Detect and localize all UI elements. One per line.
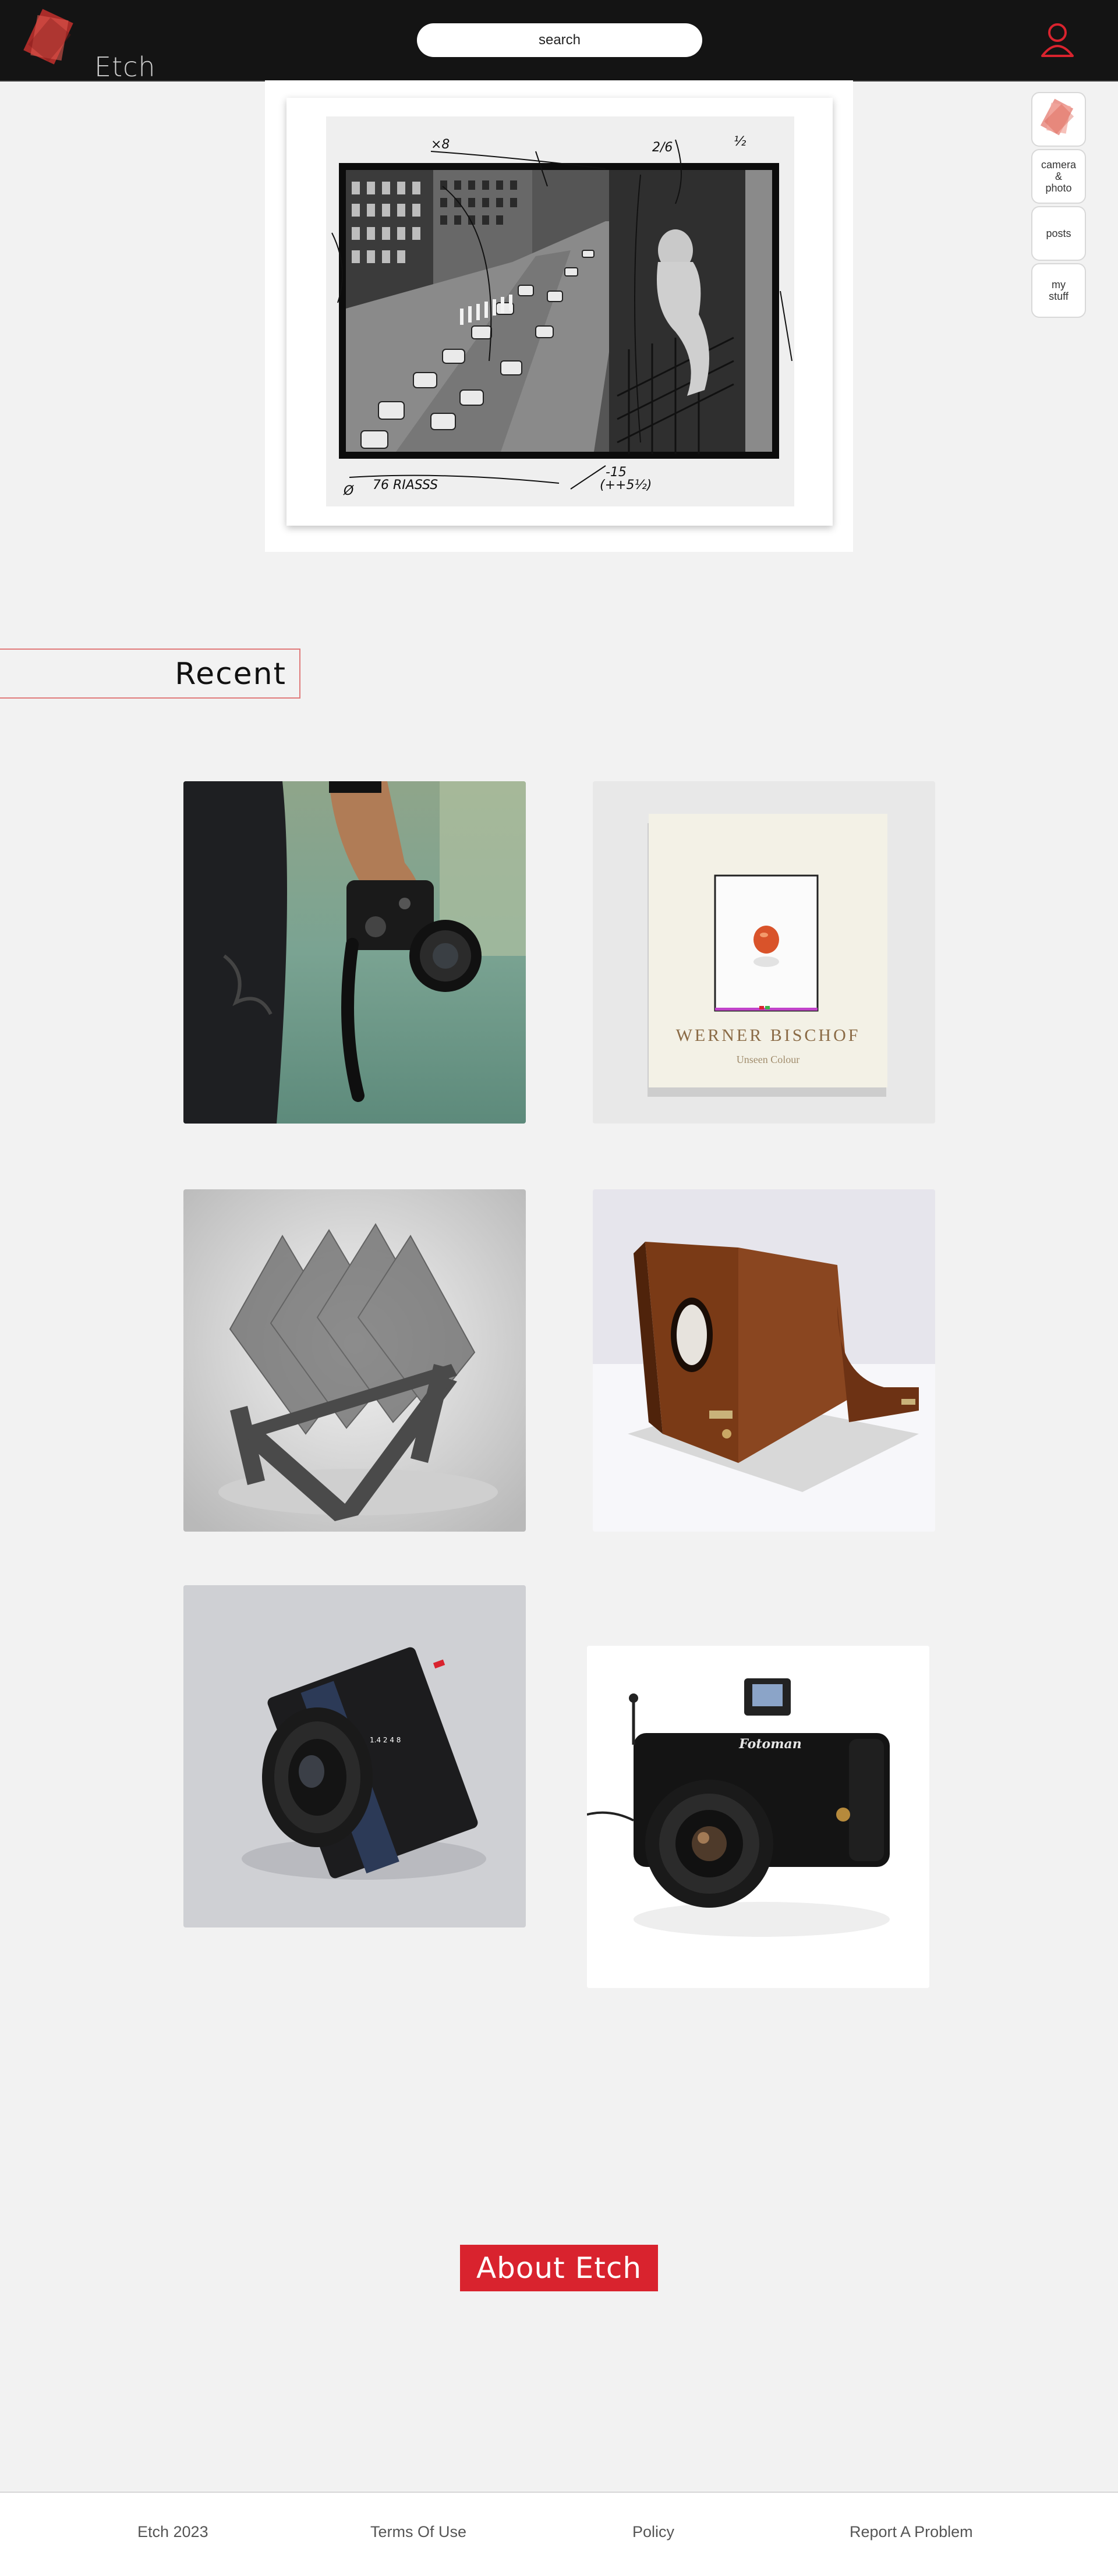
hero-banner: ×8 2/6 ½ Ø 76 RIASSS (++5½) -15	[265, 80, 853, 552]
etch-logo-icon	[1040, 98, 1074, 136]
post-image-film-holder[interactable]	[183, 1189, 526, 1532]
hero-frame: ×8 2/6 ½ Ø 76 RIASSS (++5½) -15	[286, 98, 833, 526]
post-image-lens[interactable]: 1.4 2 4 8	[183, 1585, 526, 1927]
recent-section-heading: Recent	[0, 649, 300, 699]
side-nav-posts[interactable]: posts	[1031, 206, 1086, 261]
top-header: Etch	[0, 0, 1118, 83]
svg-text:-15: -15	[606, 465, 627, 480]
svg-text:(++5½): (++5½)	[600, 478, 652, 492]
post-image-wooden-camera[interactable]	[593, 1189, 935, 1532]
book-subtitle: Unseen Colour	[736, 1054, 800, 1065]
hero-contact-print-image[interactable]: ×8 2/6 ½ Ø 76 RIASSS (++5½) -15	[326, 116, 794, 506]
svg-text:×8: ×8	[431, 137, 450, 152]
svg-text:76 RIASSS: 76 RIASSS	[373, 478, 438, 492]
post-image-hand-camera[interactable]	[183, 781, 526, 1124]
recent-title: Recent	[175, 657, 286, 692]
side-nav: camera & photo posts my stuff	[1031, 92, 1088, 320]
search-input[interactable]	[417, 23, 702, 57]
svg-text:1.4 2 4 8: 1.4 2 4 8	[370, 1736, 401, 1744]
side-nav-label: posts	[1046, 228, 1071, 239]
user-profile-icon[interactable]	[1040, 22, 1075, 58]
etch-logo[interactable]: Etch	[23, 6, 155, 83]
post-image-fotoman-camera[interactable]: Fotoman	[587, 1646, 929, 1988]
side-nav-label: my stuff	[1049, 279, 1069, 302]
footer-copyright: Etch 2023	[137, 2523, 208, 2540]
svg-text:½: ½	[734, 134, 746, 149]
about-etch-button[interactable]: About Etch	[460, 2245, 658, 2291]
logo-text: Etch	[94, 51, 156, 83]
svg-text:Ø: Ø	[343, 484, 354, 498]
book-title: WERNER BISCHOF	[675, 1026, 861, 1045]
footer-terms-link[interactable]: Terms Of Use	[370, 2523, 466, 2541]
post-image-book[interactable]: WERNER BISCHOF Unseen Colour	[593, 781, 935, 1124]
footer-report-link[interactable]: Report A Problem	[850, 2523, 973, 2541]
footer-policy-link[interactable]: Policy	[632, 2523, 674, 2541]
footer: Etch 2023 Terms Of Use Policy Report A P…	[0, 2492, 1118, 2576]
side-nav-home[interactable]	[1031, 92, 1086, 147]
side-nav-label: camera & photo	[1041, 159, 1077, 194]
camera-brand-label: Fotoman	[739, 1737, 802, 1752]
svg-text:2/6: 2/6	[652, 140, 673, 155]
side-nav-camera-photo[interactable]: camera & photo	[1031, 149, 1086, 204]
side-nav-my-stuff[interactable]: my stuff	[1031, 263, 1086, 318]
